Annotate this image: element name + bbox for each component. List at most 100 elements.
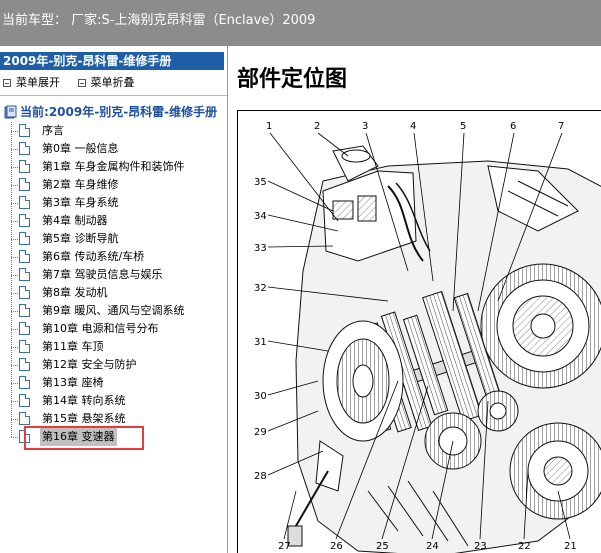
tree-item-label: 第12章 安全与防护: [42, 358, 137, 371]
tree-item-label: 第15章 悬架系统: [42, 412, 126, 425]
tree-item-label: 第3章 车身系统: [42, 196, 119, 209]
callout-28: 28: [254, 471, 267, 482]
tree-item[interactable]: 第7章 驾驶员信息与娱乐: [11, 266, 227, 284]
tree-item-label: 第2章 车身维修: [42, 178, 119, 191]
callout-23: 23: [474, 541, 487, 552]
document-icon: [19, 322, 30, 335]
tree-connector: [11, 131, 18, 132]
document-icon: [19, 142, 30, 155]
callout-5: 5: [460, 121, 466, 132]
tree-connector: [11, 203, 18, 204]
chapter-tree: 序言第0章 一般信息 第1章 车身金属构件和装饰件第2章 车身维修 第3章 车身系统…: [11, 122, 227, 446]
tree-item-selected[interactable]: 第16章 变速器: [11, 428, 227, 446]
document-icon: [19, 394, 30, 407]
tree-item-label: 第7章 驾驶员信息与娱乐: [42, 268, 163, 281]
component-locator-figure: 1 2 3 4 5 6 7 35 34 33 32 31 30 29 28 27…: [237, 110, 601, 553]
tree-item-label: 第10章 电源和信号分布: [42, 322, 159, 335]
menu-actions: 菜单展开 菜单折叠: [0, 74, 227, 92]
current-vehicle-title: 当前车型： 厂家:S-上海别克昂科雷（Enclave）2009: [2, 13, 316, 28]
document-icon: [19, 268, 30, 281]
tree-item[interactable]: 第4章 制动器: [11, 212, 227, 230]
callout-29: 29: [254, 427, 267, 438]
top-bar: 当前车型： 厂家:S-上海别克昂科雷（Enclave）2009: [0, 0, 601, 46]
tree-connector: [11, 437, 18, 438]
tree-item-label: 序言: [42, 124, 64, 137]
page-title: 部件定位图: [237, 67, 348, 92]
callout-6: 6: [510, 121, 516, 132]
collapse-menu-button[interactable]: 菜单折叠: [77, 74, 135, 90]
tree-root[interactable]: 当前:2009年-别克-昂科雷-维修手册: [0, 102, 227, 122]
manual-book-icon: [4, 105, 17, 119]
document-icon: [19, 160, 30, 173]
tree-item[interactable]: 第14章 转向系统: [11, 392, 227, 410]
document-icon: [19, 196, 30, 209]
tree-connector: [11, 401, 18, 402]
callout-4: 4: [410, 121, 416, 132]
tree-item[interactable]: 第9章 暖风、通风与空调系统: [11, 302, 227, 320]
callout-3: 3: [362, 121, 368, 132]
document-icon: [19, 124, 30, 137]
tree-connector: [11, 275, 18, 276]
book-title-header[interactable]: 2009年-别克-昂科雷-维修手册: [0, 52, 224, 70]
tree-connector: [11, 347, 18, 348]
tree-connector: [11, 311, 18, 312]
tree-root-prefix: 当前:: [20, 105, 49, 119]
callout-35: 35: [254, 177, 267, 188]
tree-item-label: 第16章 变速器: [40, 428, 117, 446]
tree-connector: [11, 239, 18, 240]
tree-item[interactable]: 第15章 悬架系统: [11, 410, 227, 428]
main-content: 部件定位图 1 2 3 4 5 6 7 35 34 33 32 31 30 29…: [229, 46, 601, 553]
callout-32: 32: [254, 283, 267, 294]
callout-2: 2: [314, 121, 320, 132]
tree-item[interactable]: 第5章 诊断导航: [11, 230, 227, 248]
tree-item-label: 第8章 发动机: [42, 286, 108, 299]
tree-item[interactable]: 第1章 车身金属构件和装饰件: [11, 158, 227, 176]
tree-item-label: 第14章 转向系统: [42, 394, 126, 407]
document-icon: [19, 430, 30, 443]
callout-25: 25: [376, 541, 389, 552]
callout-30: 30: [254, 391, 267, 402]
tree-item-label: 第4章 制动器: [42, 214, 108, 227]
tree-item-label: 第6章 传动系统/车桥: [42, 250, 145, 263]
tree-item[interactable]: 第2章 车身维修: [11, 176, 227, 194]
tree-item[interactable]: 第0章 一般信息: [11, 140, 227, 158]
tree-item[interactable]: 第11章 车顶: [11, 338, 227, 356]
document-icon: [19, 376, 30, 389]
expand-icon: [3, 79, 11, 87]
document-icon: [19, 178, 30, 191]
tree-item[interactable]: 第13章 座椅: [11, 374, 227, 392]
transmission-cutaway-diagram: 1 2 3 4 5 6 7 35 34 33 32 31 30 29 28 27…: [254, 121, 601, 553]
tree-item[interactable]: 第12章 安全与防护: [11, 356, 227, 374]
tree-connector: [11, 257, 18, 258]
document-icon: [19, 214, 30, 227]
tree-item[interactable]: 第10章 电源和信号分布: [11, 320, 227, 338]
sidebar-divider: [0, 95, 227, 96]
tree-item[interactable]: 序言: [11, 122, 227, 140]
tree-item-label: 第5章 诊断导航: [42, 232, 119, 245]
tree-connector: [11, 329, 18, 330]
document-icon: [19, 250, 30, 263]
tree-item-label: 第9章 暖风、通风与空调系统: [42, 304, 185, 317]
tree-connector: [11, 185, 18, 186]
document-icon: [19, 340, 30, 353]
tree-item[interactable]: 第8章 发动机: [11, 284, 227, 302]
document-icon: [19, 358, 30, 371]
document-icon: [19, 286, 30, 299]
tree-connector: [11, 221, 18, 222]
tree-connector: [11, 167, 18, 168]
tree-item[interactable]: 第3章 车身系统: [11, 194, 227, 212]
callout-31: 31: [254, 337, 267, 348]
transmission-drawing: [287, 145, 601, 553]
callout-27: 27: [278, 541, 291, 552]
tree-item[interactable]: 第6章 传动系统/车桥: [11, 248, 227, 266]
callout-33: 33: [254, 243, 267, 254]
tree-connector: [11, 365, 18, 366]
expand-menu-button[interactable]: 菜单展开: [3, 74, 60, 90]
tree-connector: [11, 383, 18, 384]
callout-26: 26: [330, 541, 343, 552]
collapse-menu-label: 菜单折叠: [90, 76, 135, 89]
callout-7: 7: [558, 121, 564, 132]
tree-connector: [11, 293, 18, 294]
document-icon: [19, 412, 30, 425]
collapse-icon: [77, 79, 86, 87]
